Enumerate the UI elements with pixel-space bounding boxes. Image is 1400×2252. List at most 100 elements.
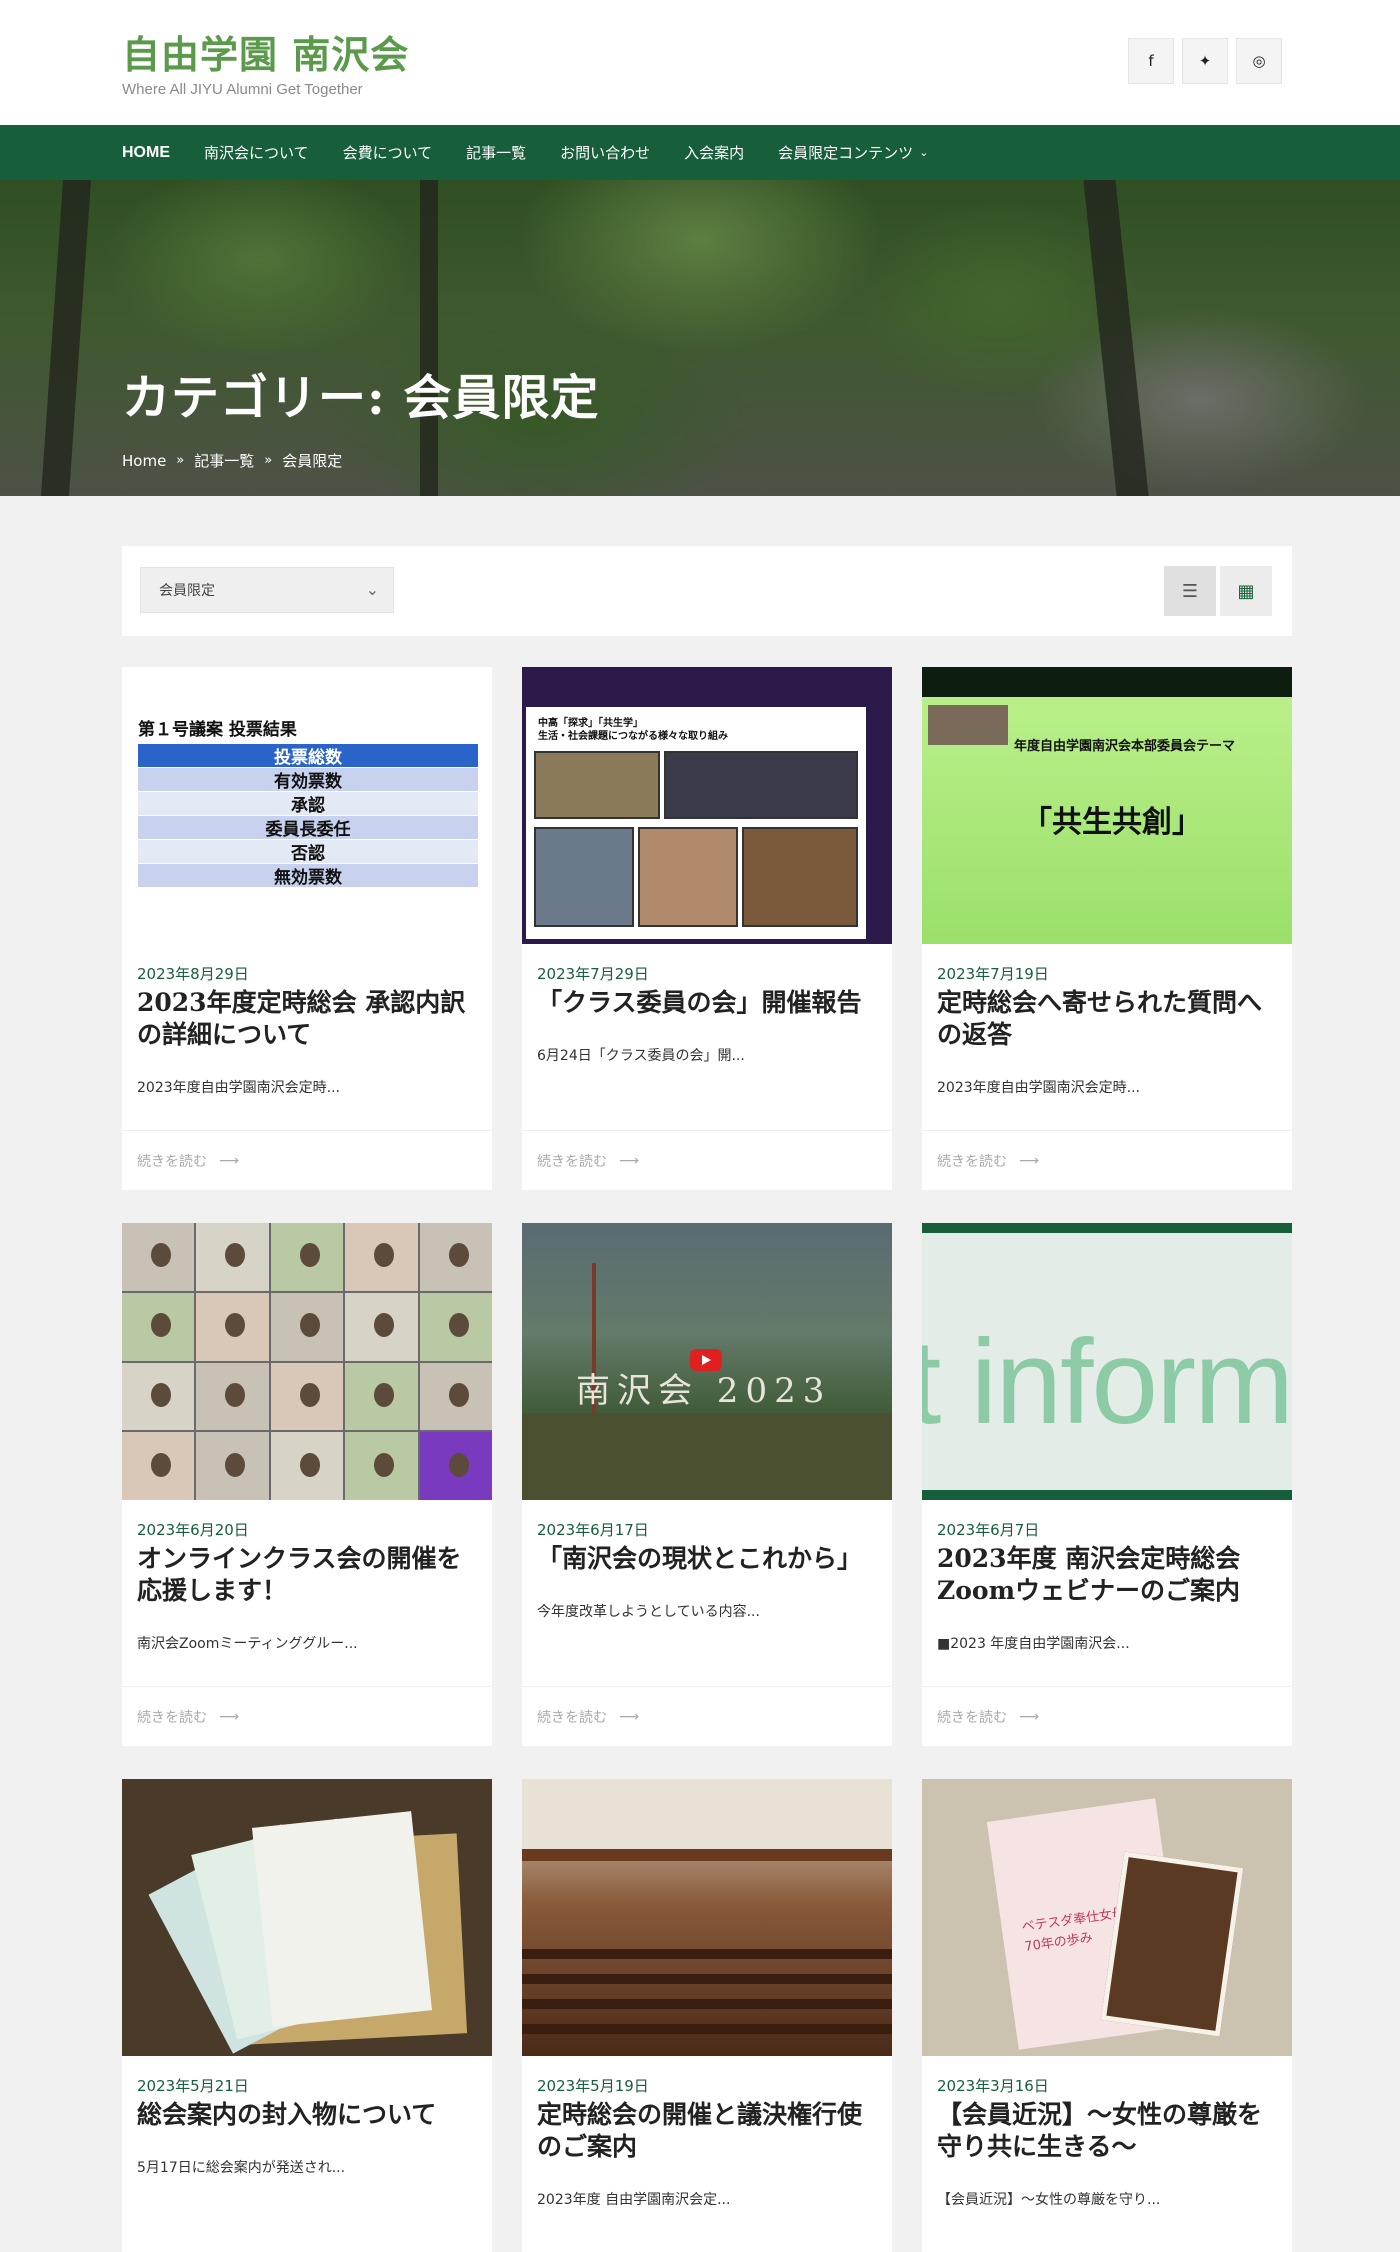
chevron-down-icon: ⌄ (919, 146, 929, 159)
read-more-link[interactable]: 続きを読む ⟶ (922, 1686, 1292, 1746)
read-more-label: 続きを読む (137, 1153, 207, 1170)
post-title[interactable]: 2023年度定時総会 承認内訳の詳細について (137, 987, 482, 1051)
post-thumbnail[interactable]: ベテスダ奉仕女母の家 70年の歩み (922, 1779, 1292, 2056)
main-nav: HOME 南沢会について 会費について 記事一覧 お問い合わせ 入会案内 会員限… (0, 125, 1400, 180)
read-more-link[interactable]: 続きを読む ⟶ (122, 1130, 492, 1190)
nav-item-contact[interactable]: お問い合わせ (560, 142, 650, 163)
zoom-tile (419, 1292, 492, 1361)
vote-row: 投票総数 (138, 744, 478, 768)
speaker-video (928, 705, 1008, 745)
chevron-double-right-icon: » (264, 453, 273, 468)
post-thumbnail[interactable]: 南沢会 2023 (522, 1223, 892, 1500)
read-more-link[interactable]: 続きを読む ⟶ (522, 1130, 892, 1190)
post-title[interactable]: 「南沢会の現状とこれから」 (537, 1543, 882, 1575)
post-thumbnail[interactable]: 年度自由学園南沢会本部委員会テーマ 「共生共創」 (922, 667, 1292, 944)
post-date: 2023年7月19日 (937, 965, 1049, 983)
post-card[interactable]: 第１号議案 投票結果 投票総数 有効票数 承認 委員長委任 否認 無効票数 20… (122, 667, 492, 1190)
post-title[interactable]: 定時総会へ寄せられた質問への返答 (937, 987, 1282, 1051)
nav-item-fees[interactable]: 会費について (343, 142, 433, 163)
post-card[interactable]: 2023年6月20日 オンラインクラス会の開催を応援します！ 南沢会Zoomミー… (122, 1223, 492, 1746)
slide-image: 中高「探求」「共生学」 生活・社会課題につながる様々な取り組み (526, 707, 866, 939)
post-card[interactable]: 2023年5月19日 定時総会の開催と議決権行使のご案内 2023年度 自由学園… (522, 1779, 892, 2252)
paper-sheet (251, 1811, 433, 2027)
post-title[interactable]: 2023年度 南沢会定時総会Zoomウェビナーのご案内 (937, 1543, 1282, 1607)
zoom-tile (345, 1362, 418, 1431)
read-more-label: 続きを読む (537, 1153, 607, 1170)
arrow-right-icon: ⟶ (219, 1708, 240, 1725)
post-card[interactable]: 中高「探求」「共生学」 生活・社会課題につながる様々な取り組み 2023年7月2… (522, 667, 892, 1190)
zoom-tile (196, 1223, 269, 1291)
breadcrumb-home[interactable]: Home (122, 452, 166, 470)
post-card[interactable]: ベテスダ奉仕女母の家 70年の歩み 2023年3月16日 【会員近況】～女性の尊… (922, 1779, 1292, 2252)
category-select[interactable]: 会員限定 ⌄ (140, 567, 394, 613)
nav-item-about[interactable]: 南沢会について (204, 142, 309, 163)
zoom-tile (419, 1362, 492, 1431)
grid-icon: ▦ (1237, 580, 1255, 602)
post-thumbnail[interactable] (122, 1223, 492, 1500)
post-thumbnail[interactable]: t inform (922, 1223, 1292, 1500)
chevron-down-icon: ⌄ (365, 580, 379, 599)
vote-row: 否認 (138, 840, 478, 864)
breadcrumb-current: 会員限定 (282, 452, 343, 470)
read-more-link[interactable]: 続きを読む ⟶ (122, 1686, 492, 1746)
post-title[interactable]: 定時総会の開催と議決権行使のご案内 (537, 2099, 882, 2163)
post-thumbnail[interactable] (122, 1779, 492, 2056)
site-tagline: Where All JIYU Alumni Get Together (122, 81, 363, 98)
read-more-label: 続きを読む (537, 1709, 607, 1726)
photo (534, 751, 660, 819)
arrow-right-icon: ⟶ (1019, 1152, 1040, 1169)
site-logo[interactable]: 自由学園 南沢会 Where All JIYU Alumni Get Toget… (122, 24, 409, 98)
play-icon[interactable] (690, 1349, 722, 1371)
list-view-button[interactable]: ☰ (1164, 566, 1216, 616)
ceiling (522, 1779, 892, 1849)
post-title[interactable]: オンラインクラス会の開催を応援します！ (137, 1543, 482, 1607)
post-date: 2023年6月20日 (137, 1521, 249, 1539)
slide-heading: 「共生共創」 (1022, 805, 1202, 840)
post-thumbnail[interactable]: 中高「探求」「共生学」 生活・社会課題につながる様々な取り組み (522, 667, 892, 944)
post-thumbnail[interactable]: 第１号議案 投票結果 投票総数 有効票数 承認 委員長委任 否認 無効票数 (122, 667, 492, 944)
post-card[interactable]: t inform 2023年6月7日 2023年度 南沢会定時総会Zoomウェビ… (922, 1223, 1292, 1746)
vote-heading: 第１号議案 投票結果 (138, 720, 297, 740)
nav-item-members-only[interactable]: 会員限定コンテンツ ⌄ (778, 142, 928, 163)
nav-item-home[interactable]: HOME (122, 144, 170, 162)
post-thumbnail[interactable] (522, 1779, 892, 2056)
zoom-tile (270, 1362, 344, 1431)
page-title: カテゴリー: 会員限定 (122, 370, 600, 426)
zoom-tile (196, 1362, 269, 1431)
slide-theme: 年度自由学園南沢会本部委員会テーマ (1014, 739, 1236, 754)
post-date: 2023年5月21日 (137, 2077, 249, 2095)
post-title[interactable]: 総会案内の封入物について (137, 2099, 482, 2131)
slide-image: 年度自由学園南沢会本部委員会テーマ 「共生共創」 (922, 697, 1292, 944)
post-excerpt: 2023年度 自由学園南沢会定... (537, 2192, 731, 2208)
site-title[interactable]: 自由学園 南沢会 (122, 24, 409, 79)
list-icon: ☰ (1181, 580, 1199, 602)
pew (522, 1999, 892, 2009)
hero-overlay (0, 180, 1400, 496)
read-more-link[interactable]: 続きを読む ⟶ (522, 1686, 892, 1746)
zoom-tile (122, 1223, 195, 1291)
breadcrumb-articles[interactable]: 記事一覧 (194, 450, 254, 471)
hero-banner: カテゴリー: 会員限定 Home » 記事一覧 » 会員限定 (0, 180, 1400, 496)
arrow-right-icon: ⟶ (619, 1152, 640, 1169)
post-title[interactable]: 【会員近況】～女性の尊厳を守り共に生きる～ (937, 2099, 1282, 2163)
read-more-link[interactable]: 続きを読む ⟶ (922, 1130, 1292, 1190)
photo (742, 827, 858, 927)
nav-item-articles[interactable]: 記事一覧 (466, 142, 526, 163)
post-card[interactable]: 年度自由学園南沢会本部委員会テーマ 「共生共創」 2023年7月19日 定時総会… (922, 667, 1292, 1190)
nav-item-join[interactable]: 入会案内 (684, 142, 744, 163)
ground (522, 1413, 892, 1500)
post-date: 2023年6月7日 (937, 1521, 1040, 1539)
instagram-icon[interactable]: ◎ (1236, 38, 1282, 84)
post-excerpt: 2023年度自由学園南沢会定時... (937, 1080, 1140, 1096)
pew (522, 1949, 892, 1959)
post-card[interactable]: 2023年5月21日 総会案内の封入物について 5月17日に総会案内が発送され.… (122, 1779, 492, 2252)
vote-row: 有効票数 (138, 768, 478, 792)
zoom-tile (345, 1292, 418, 1361)
twitter-icon[interactable]: ✦ (1182, 38, 1228, 84)
post-excerpt: 2023年度自由学園南沢会定時... (137, 1080, 340, 1096)
post-title[interactable]: 「クラス委員の会」開催報告 (537, 987, 882, 1019)
nav-item-members-only-label: 会員限定コンテンツ (778, 144, 914, 162)
post-card[interactable]: 南沢会 2023 2023年6月17日 「南沢会の現状とこれから」 今年度改革し… (522, 1223, 892, 1746)
grid-view-button[interactable]: ▦ (1220, 566, 1272, 616)
facebook-icon[interactable]: f (1128, 38, 1174, 84)
